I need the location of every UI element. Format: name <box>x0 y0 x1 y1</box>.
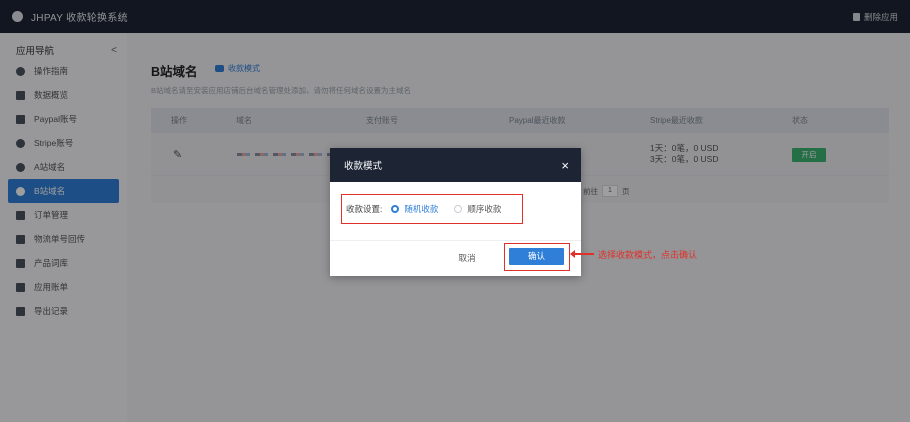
setting-label: 收款设置: <box>346 204 383 214</box>
dialog-divider <box>330 240 581 241</box>
payment-mode-dialog: 收款模式 × 收款设置: 随机收款 顺序收款 取消 确认 <box>330 148 581 276</box>
dialog-header: 收款模式 × <box>330 148 581 182</box>
option-sequential-label[interactable]: 顺序收款 <box>467 203 501 215</box>
radio-random[interactable] <box>391 205 400 213</box>
dialog-body: 收款设置: 随机收款 顺序收款 取消 确认 <box>330 182 581 276</box>
confirm-highlight: 确认 <box>504 243 570 271</box>
confirm-button[interactable]: 确认 <box>509 248 564 265</box>
annotation-text: 选择收款模式，点击确认 <box>598 250 698 260</box>
cancel-button[interactable]: 取消 <box>443 248 491 268</box>
dialog-title: 收款模式 <box>344 161 383 172</box>
option-random-label[interactable]: 随机收款 <box>404 203 438 215</box>
radio-sequential[interactable] <box>454 205 463 213</box>
close-icon[interactable]: × <box>561 158 569 173</box>
payment-setting-group: 收款设置: 随机收款 顺序收款 <box>341 194 523 224</box>
annotation-arrow <box>570 250 594 257</box>
